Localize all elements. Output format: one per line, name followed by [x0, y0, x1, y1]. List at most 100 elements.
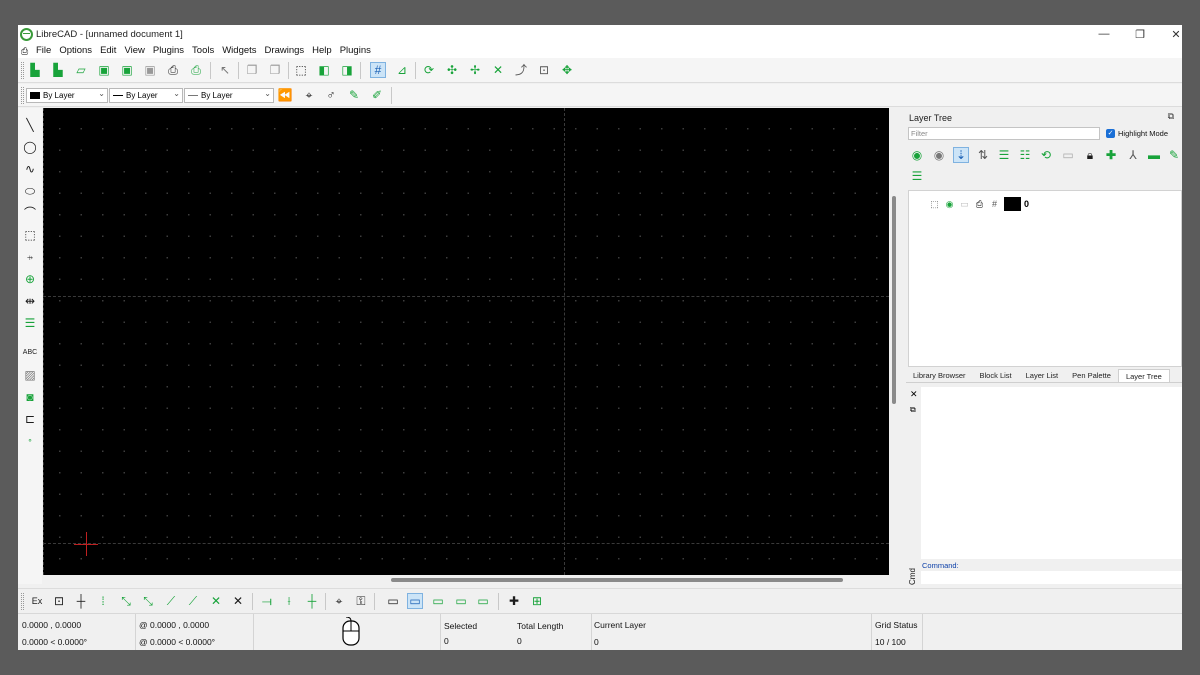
snap-distance-icon[interactable]: ⟋ [185, 593, 201, 609]
zoom-auto-icon[interactable]: ✕ [490, 62, 506, 78]
menu-drawings[interactable]: Drawings [261, 45, 309, 56]
hatch-icon[interactable]: ▨ [22, 367, 38, 383]
visibility-eye-icon[interactable]: ◉ [942, 199, 957, 210]
image-icon[interactable]: ◙ [22, 389, 38, 405]
snap-intersection-icon[interactable]: ✕ [208, 593, 224, 609]
scrollbar-thumb[interactable] [391, 578, 843, 582]
linetype-select[interactable]: By Layer ⌄ [109, 88, 183, 103]
ellipse-icon[interactable]: ⬭ [22, 183, 38, 199]
zoom-pan-icon[interactable]: ✥ [559, 62, 575, 78]
toolbar-grip[interactable] [21, 62, 24, 79]
pen-dropper-icon[interactable]: ✎ [346, 87, 362, 103]
view-mode-green-icon[interactable]: ▭ [430, 593, 446, 609]
menu-plugins[interactable]: Plugins [149, 45, 188, 56]
print-preview-icon[interactable]: ⎙ [188, 62, 204, 78]
snap-endpoint-icon[interactable]: ⁞ [95, 593, 111, 609]
restrict-orthogonal-icon[interactable]: ┼ [304, 593, 320, 609]
insert-block-icon[interactable]: ⊏ [22, 411, 38, 427]
add-sublayer-icon[interactable]: ⅄ [1125, 147, 1141, 163]
snap-center-icon[interactable]: ⤡ [140, 593, 156, 609]
zoom-previous-icon[interactable]: ⤴ [513, 62, 529, 78]
lock-relative-zero-icon[interactable]: ⚿ [353, 593, 369, 609]
lock-state-icon[interactable]: ▭ [957, 199, 972, 210]
lock-icon[interactable]: 🔒︎ [1082, 147, 1098, 163]
freehand-icon[interactable]: ∿ [22, 161, 38, 177]
layer-filter-input[interactable]: Filter [908, 127, 1100, 140]
zoom-in-icon[interactable]: ✣ [444, 62, 460, 78]
sort-icon[interactable]: ☷ [1017, 147, 1033, 163]
new-from-template-icon[interactable]: ▙ [50, 62, 66, 78]
collapse-icon[interactable]: ⇅ [975, 147, 991, 163]
pen-copy-icon[interactable]: ✐ [369, 87, 385, 103]
print-state-icon[interactable]: ⎙ [972, 199, 987, 210]
snap-free-icon[interactable]: ⊡ [51, 593, 67, 609]
snap-restriction-icon[interactable]: ✕ [230, 593, 246, 609]
menu-tools[interactable]: Tools [188, 45, 218, 56]
zoom-out-icon[interactable]: ✢ [467, 62, 483, 78]
pen-pick-icon[interactable]: ⌖ [301, 87, 317, 103]
color-select[interactable]: By Layer ⌄ [26, 88, 108, 103]
point-icon[interactable]: ∘ [22, 433, 38, 449]
toolbar-grip[interactable] [21, 87, 24, 104]
select-pointer-icon[interactable]: ↖ [217, 62, 233, 78]
document-menu-icon[interactable]: ⎙ [21, 46, 31, 56]
scrollbar-thumb[interactable] [892, 196, 896, 404]
tab-block-list[interactable]: Block List [973, 369, 1019, 382]
layer-color-swatch[interactable] [1004, 197, 1021, 211]
drawing-canvas[interactable] [43, 108, 889, 575]
undo-icon[interactable]: ◧ [316, 62, 332, 78]
menu-file[interactable]: File [32, 45, 55, 56]
menu-widgets[interactable]: Widgets [218, 45, 260, 56]
save-all-icon[interactable]: ▣ [142, 62, 158, 78]
tab-library-browser[interactable]: Library Browser [906, 369, 973, 382]
tree-mode-icon[interactable]: ⇣ [953, 147, 969, 163]
restrict-horizontal-icon[interactable]: ⟞ [259, 593, 275, 609]
redo-icon[interactable]: ◨ [339, 62, 355, 78]
view-mode-active-icon[interactable]: ▭ [407, 593, 423, 609]
menu-edit[interactable]: Edit [96, 45, 120, 56]
expand-icon[interactable]: ☰ [996, 147, 1012, 163]
canvas-horizontal-scrollbar[interactable] [43, 575, 889, 584]
view-mode-green-2-icon[interactable]: ▭ [453, 593, 469, 609]
tab-layer-list[interactable]: Layer List [1019, 369, 1066, 382]
linewidth-select[interactable]: By Layer ⌄ [184, 88, 274, 103]
text-icon[interactable]: ABC [22, 345, 38, 361]
toolbar-grip[interactable] [21, 593, 24, 610]
line-icon[interactable]: ╲ [22, 117, 38, 133]
view-mode-green-3-icon[interactable]: ▭ [475, 593, 491, 609]
construction-icon[interactable]: # [987, 199, 1002, 209]
ucs-icon[interactable]: ⊞ [529, 593, 545, 609]
cut-icon[interactable]: ⬚ [293, 62, 309, 78]
tab-pen-palette[interactable]: Pen Palette [1065, 369, 1118, 382]
remove-layer-icon[interactable]: ▬ [1146, 147, 1162, 163]
maximize-button[interactable]: ❐ [1122, 25, 1158, 43]
add-ucs-icon[interactable]: ✚ [506, 593, 522, 609]
grid-icon[interactable]: # [370, 62, 386, 78]
highlight-mode-checkbox[interactable]: ✓ [1106, 129, 1115, 138]
paste-icon[interactable]: ❐ [267, 62, 283, 78]
view-mode-icon[interactable]: ▭ [385, 593, 401, 609]
close-button[interactable]: ✕ [1158, 25, 1182, 43]
refresh-icon[interactable]: ⟲ [1038, 147, 1054, 163]
menu-plugins-2[interactable]: Plugins [336, 45, 375, 56]
menu-options[interactable]: Options [55, 45, 96, 56]
minimize-button[interactable]: — [1086, 25, 1122, 43]
tab-layer-tree[interactable]: Layer Tree [1117, 369, 1170, 382]
hide-all-icon[interactable]: ◉ [931, 147, 947, 163]
dimension-icon[interactable]: ⍆ [22, 249, 38, 265]
layer-row[interactable]: ⬚ ◉ ▭ ⎙ # 0 [927, 197, 1029, 211]
save-icon[interactable]: ▣ [96, 62, 112, 78]
back-arrow-icon[interactable]: ⏪ [277, 87, 293, 103]
command-input[interactable] [921, 571, 1182, 584]
menu-view[interactable]: View [120, 45, 148, 56]
show-all-icon[interactable]: ◉ [909, 147, 925, 163]
save-as-icon[interactable]: ▣ [119, 62, 135, 78]
edit-layer-icon[interactable]: ✎ [1166, 147, 1182, 163]
restrict-vertical-icon[interactable]: ⟊ [281, 593, 297, 609]
print-icon[interactable]: ⎙ [165, 62, 181, 78]
layer-select-icon[interactable]: ⬚ [927, 199, 942, 210]
unlock-icon[interactable]: ▭ [1060, 147, 1076, 163]
dock-float-icon[interactable]: ⧉ [1168, 111, 1174, 122]
relative-zero-icon[interactable]: ⌖ [331, 593, 347, 609]
canvas-vertical-scrollbar[interactable] [889, 108, 899, 575]
